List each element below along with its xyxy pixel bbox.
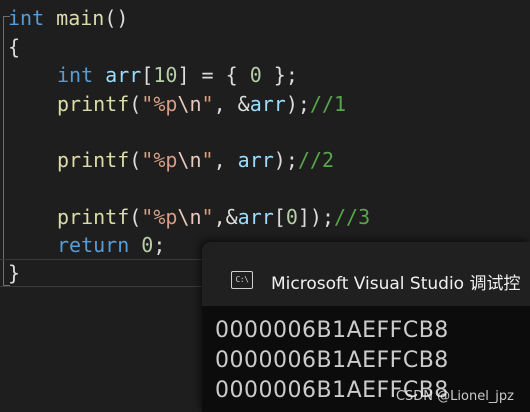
comment-1: //1: [309, 92, 347, 116]
comment-3: //3: [334, 205, 371, 229]
code-line-1: int main(): [8, 6, 129, 30]
function-main: main: [56, 6, 105, 30]
code-line-9: return 0;: [57, 233, 166, 257]
comment-2: //2: [297, 148, 334, 172]
console-titlebar[interactable]: C:\ Microsoft Visual Studio 调试控: [202, 242, 530, 306]
code-line-6: printf("%p\n", arr);//2: [57, 148, 334, 172]
keyword-int: int: [8, 6, 45, 30]
debug-console-window[interactable]: C:\ Microsoft Visual Studio 调试控 0000006B…: [202, 242, 530, 412]
code-line-2: {: [8, 33, 20, 61]
console-output-line-2: 0000006B1AEFFCB8: [215, 348, 449, 373]
console-output-line-1: 0000006B1AEFFCB8: [215, 318, 449, 343]
console-title: Microsoft Visual Studio 调试控: [271, 274, 521, 294]
console-app-icon: C:\: [231, 271, 253, 289]
code-line-10: }: [8, 259, 20, 287]
watermark: CSDN @Lionel_jpz: [395, 389, 514, 404]
close-brace: }: [8, 261, 21, 285]
code-line-8: printf("%p\n",&arr[0]);//3: [57, 205, 371, 229]
open-brace: {: [8, 35, 21, 59]
code-line-4: printf("%p\n", &arr);//1: [57, 92, 347, 116]
code-line-3: int arr[10] = { 0 };: [57, 63, 298, 87]
